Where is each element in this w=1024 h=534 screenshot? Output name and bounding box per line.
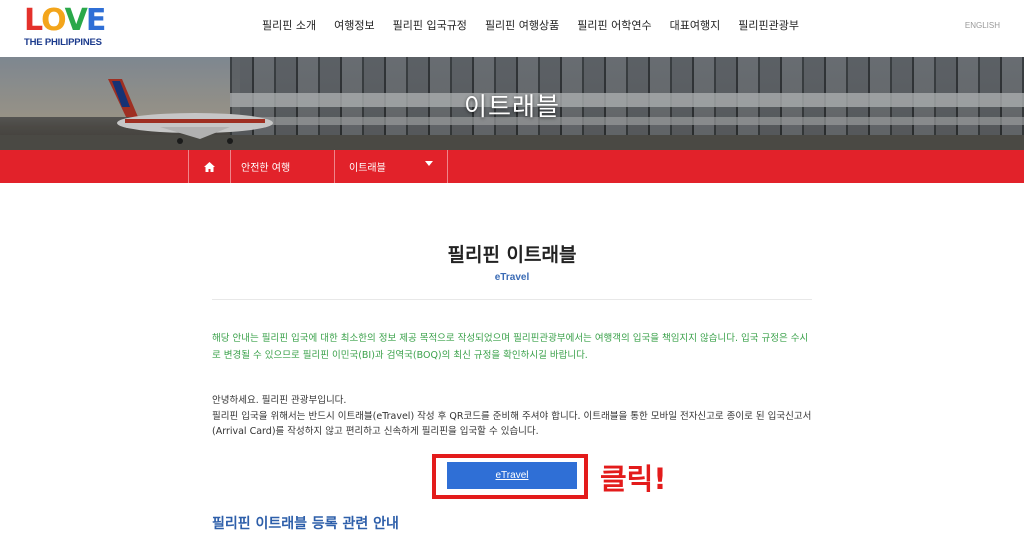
logo-letter: V	[64, 3, 88, 38]
logo-letter: E	[85, 3, 106, 38]
chevron-down-icon	[425, 161, 433, 166]
logo-letter: O	[41, 3, 66, 38]
breadcrumb-item-safe-travel[interactable]: 안전한 여행	[230, 150, 334, 183]
nav-item-tourism-dept[interactable]: 필리핀관광부	[738, 17, 799, 33]
nav-item-tour-products[interactable]: 필리핀 여행상품	[485, 17, 559, 33]
etravel-button[interactable]: eTravel	[447, 462, 577, 489]
logo-subtitle: THE PHILIPPINES	[24, 37, 102, 48]
breadcrumb: 안전한 여행 이트래블	[0, 150, 1024, 183]
page-subtitle: eTravel	[494, 272, 530, 283]
breadcrumb-item-label: 이트래블	[349, 163, 386, 174]
logo-letter: L	[24, 3, 43, 38]
love-the-philippines-logo[interactable]: L O V E THE PHILIPPINES	[24, 3, 118, 49]
body-paragraph: 필리핀 입국을 위해서는 반드시 이트래블(eTravel) 작성 후 QR코드…	[212, 410, 812, 438]
intro-text: 안녕하세요. 필리핀 관광부입니다. 필리핀 입국을 위해서는 반드시 이트래블…	[212, 393, 812, 440]
section-heading: 필리핀 이트래블 등록 관련 안내	[212, 516, 399, 532]
disclaimer-notice: 해당 안내는 필리핀 입국에 대한 최소한의 정보 제공 목적으로 작성되었으며…	[212, 333, 809, 361]
nav-item-entry-rules[interactable]: 필리핀 입국규정	[393, 17, 467, 33]
nav-item-travel-info[interactable]: 여행정보	[334, 17, 374, 33]
site-header: L O V E THE PHILIPPINES 필리핀 소개 여행정보 필리핀 …	[0, 0, 1024, 57]
home-icon	[204, 161, 215, 172]
divider	[212, 299, 812, 300]
nav-item-destinations[interactable]: 대표여행지	[670, 17, 721, 33]
page-title: 필리핀 이트래블	[447, 244, 577, 266]
greeting-text: 안녕하세요. 필리핀 관광부입니다.	[212, 395, 347, 406]
breadcrumb-home[interactable]	[188, 150, 230, 183]
click-annotation: 클릭!	[600, 462, 667, 496]
hero-banner: 이트래블	[0, 57, 1024, 150]
nav-item-about[interactable]: 필리핀 소개	[262, 17, 316, 33]
nav-item-language-study[interactable]: 필리핀 어학연수	[577, 17, 651, 33]
breadcrumb-dropdown-etravel[interactable]: 이트래블	[334, 150, 448, 183]
main-nav: 필리핀 소개 여행정보 필리핀 입국규정 필리핀 여행상품 필리핀 어학연수 대…	[262, 17, 817, 33]
language-switch[interactable]: ENGLISH	[965, 21, 1000, 30]
hero-title: 이트래블	[463, 92, 560, 121]
logo-love-text: L O V E	[24, 3, 118, 38]
